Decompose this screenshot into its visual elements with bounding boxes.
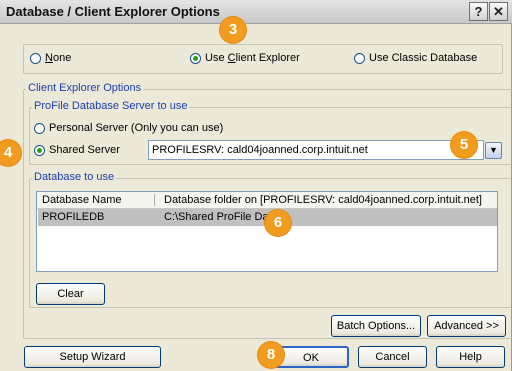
column-header-database-folder[interactable]: Database folder on [PROFILESRV: cald04jo… (164, 194, 482, 206)
server-group-legend: ProFile Database Server to use (32, 100, 190, 112)
callout-badge-4: 4 (0, 140, 21, 166)
column-header-database-name[interactable]: Database Name (42, 194, 122, 206)
radio-personal-dot[interactable] (34, 122, 45, 134)
callout-badge-6: 6 (265, 210, 291, 236)
advanced-button[interactable]: Advanced >> (427, 315, 506, 337)
ok-button[interactable]: OK (273, 346, 349, 368)
cancel-button[interactable]: Cancel (358, 346, 427, 368)
help-icon[interactable]: ? (469, 2, 488, 21)
radio-use-client-explorer[interactable]: Use Client Explorer (190, 52, 300, 64)
close-icon[interactable]: ✕ (489, 2, 508, 21)
database-list[interactable]: Database Name Database folder on [PROFIL… (36, 191, 498, 272)
database-folder-cell: C:\Shared ProFile Dat (164, 211, 272, 223)
radio-client-explorer-dot[interactable] (190, 52, 201, 64)
clear-button[interactable]: Clear (36, 283, 105, 305)
radio-none-dot[interactable] (30, 52, 41, 64)
callout-badge-5: 5 (451, 132, 477, 158)
radio-shared-dot[interactable] (34, 144, 45, 156)
radio-shared-server[interactable]: Shared Server (34, 144, 120, 156)
title-bar[interactable]: Database / Client Explorer Options ? ✕ (0, 0, 512, 24)
database-list-header: Database Name Database folder on [PROFIL… (37, 192, 497, 209)
callout-badge-3: 3 (220, 17, 246, 43)
radio-shared-label: Shared Server (49, 144, 120, 156)
radio-client-explorer-label: Use Client Explorer (205, 52, 300, 64)
chevron-down-icon[interactable]: ▼ (485, 142, 502, 159)
database-name-cell: PROFILEDB (42, 211, 105, 223)
radio-classic-label: Use Classic Database (369, 52, 478, 64)
help-button[interactable]: Help (436, 346, 505, 368)
radio-use-classic-database[interactable]: Use Classic Database (354, 52, 477, 64)
callout-badge-8: 8 (258, 342, 284, 368)
radio-personal-server[interactable]: Personal Server (Only you can use) (34, 122, 223, 134)
radio-none-label: None (45, 52, 72, 64)
column-divider[interactable] (154, 194, 155, 206)
setup-wizard-button[interactable]: Setup Wizard (24, 346, 161, 368)
radio-none[interactable]: None (30, 52, 71, 64)
batch-options-button[interactable]: Batch Options... (331, 315, 421, 337)
window-title: Database / Client Explorer Options (6, 4, 220, 19)
radio-personal-label: Personal Server (Only you can use) (49, 122, 224, 134)
options-dialog: Database / Client Explorer Options ? ✕ N… (0, 0, 512, 371)
server-select[interactable]: PROFILESRV: cald04joanned.corp.intuit.ne… (148, 140, 484, 160)
radio-classic-dot[interactable] (354, 52, 365, 64)
server-select-value: PROFILESRV: cald04joanned.corp.intuit.ne… (152, 144, 368, 156)
client-explorer-options-legend: Client Explorer Options (26, 82, 144, 94)
database-group-legend: Database to use (32, 171, 117, 183)
